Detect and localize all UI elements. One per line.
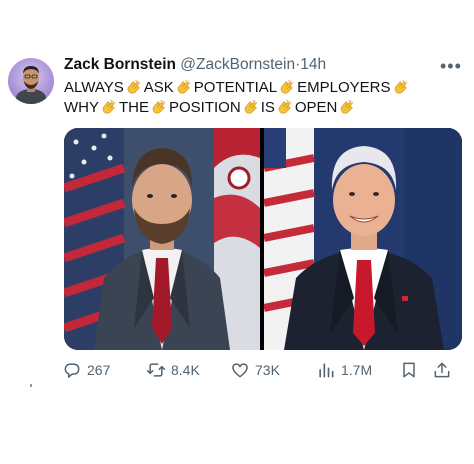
tweet-word: WHY — [64, 99, 99, 116]
tweet-word: EMPLOYERS — [297, 79, 391, 96]
clapping-hands-emoji — [175, 79, 193, 95]
author-name[interactable]: Zack Bornstein — [64, 56, 176, 73]
tweet-word: OPEN — [294, 99, 338, 116]
clapping-hands-emoji — [125, 79, 143, 95]
share-button[interactable] — [432, 360, 457, 380]
bookmark-icon — [403, 362, 415, 378]
tweet[interactable]: Zack Bornstein @ZackBornstein·14h ••• AL… — [0, 0, 474, 464]
avatar[interactable] — [8, 58, 54, 104]
timestamp[interactable]: 14h — [300, 56, 326, 73]
clapping-hands-emoji — [242, 99, 260, 115]
photo-left[interactable] — [64, 128, 260, 350]
retweet-button[interactable]: 8.4K — [146, 360, 200, 380]
tweet-word: POTENTIAL — [193, 79, 278, 96]
retweet-count: 8.4K — [171, 362, 200, 378]
retweet-icon — [146, 363, 166, 377]
reply-icon — [64, 363, 80, 378]
portrait-white-haired-man — [264, 128, 462, 350]
photo-right[interactable] — [264, 128, 462, 350]
reply-count: 267 — [87, 362, 111, 378]
clapping-hands-emoji — [276, 99, 294, 115]
bookmark-button[interactable] — [399, 360, 424, 380]
more-icon[interactable]: ••• — [440, 56, 462, 77]
tweet-word: THE — [119, 99, 149, 116]
clapping-hands-emoji — [150, 99, 168, 115]
clapping-hands-emoji — [100, 99, 118, 115]
tweet-media[interactable] — [64, 128, 462, 350]
tweet-actions: 267 8.4K 73K 1.7M — [62, 360, 462, 384]
divider-mark — [30, 384, 32, 387]
clapping-hands-emoji — [278, 79, 296, 95]
views-count: 1.7M — [341, 362, 373, 378]
tweet-header: Zack Bornstein @ZackBornstein·14h — [64, 56, 326, 74]
reply-button[interactable]: 267 — [62, 360, 110, 380]
tweet-word: POSITION — [169, 99, 241, 116]
views-button[interactable]: 1.7M — [316, 360, 372, 380]
clapping-hands-emoji — [338, 99, 356, 115]
tweet-text: ALWAYS ASK POTENTIAL EMPLOYERS WHY THE POSITI… — [64, 78, 464, 118]
share-icon — [434, 362, 450, 378]
tweet-word: ALWAYS — [64, 79, 124, 96]
like-icon — [232, 363, 248, 378]
avatar-image — [16, 66, 46, 104]
tweet-word: IS — [260, 99, 275, 116]
like-count: 73K — [255, 362, 280, 378]
like-button[interactable]: 73K — [230, 360, 280, 380]
portrait-bearded-man — [64, 128, 260, 350]
clapping-hands-emoji — [392, 79, 410, 95]
views-icon — [319, 363, 334, 378]
author-handle[interactable]: @ZackBornstein — [180, 56, 295, 73]
tweet-word: ASK — [143, 79, 174, 96]
